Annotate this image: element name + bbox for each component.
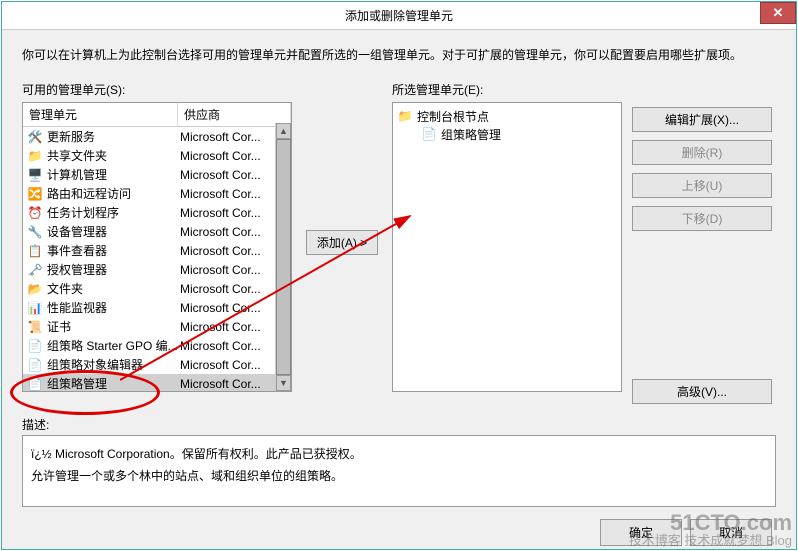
scroll-down-icon[interactable]: ▼ bbox=[276, 375, 291, 391]
remove-button[interactable]: 删除(R) bbox=[632, 140, 772, 165]
list-item[interactable]: 📄组策略 Starter GPO 编...Microsoft Cor... bbox=[23, 336, 291, 355]
list-item[interactable]: 📁共享文件夹Microsoft Cor... bbox=[23, 146, 291, 165]
list-item[interactable]: 🛠️更新服务Microsoft Cor... bbox=[23, 127, 291, 146]
description-line1: ï¿½ Microsoft Corporation。保留所有权利。此产品已获授权… bbox=[31, 444, 767, 466]
list-item[interactable]: 📊性能监视器Microsoft Cor... bbox=[23, 298, 291, 317]
available-list[interactable]: 管理单元 供应商 🛠️更新服务Microsoft Cor...📁共享文件夹Mic… bbox=[22, 102, 292, 392]
snapin-icon: ⏰ bbox=[27, 205, 43, 221]
list-item[interactable]: ⏰任务计划程序Microsoft Cor... bbox=[23, 203, 291, 222]
ok-button[interactable]: 确定 bbox=[600, 519, 682, 546]
snapin-icon: 🖥️ bbox=[27, 167, 43, 183]
tree-item[interactable]: 📄组策略管理 bbox=[397, 125, 617, 143]
snapin-name: 组策略对象编辑器 bbox=[47, 356, 143, 373]
move-down-button[interactable]: 下移(D) bbox=[632, 206, 772, 231]
advanced-button[interactable]: 高级(V)... bbox=[632, 379, 772, 404]
titlebar: 添加或删除管理单元 ✕ bbox=[2, 2, 796, 30]
snapin-name: 路由和远程访问 bbox=[47, 185, 131, 202]
list-item[interactable]: 🔧设备管理器Microsoft Cor... bbox=[23, 222, 291, 241]
close-button[interactable]: ✕ bbox=[760, 2, 796, 24]
list-item[interactable]: 🔀路由和远程访问Microsoft Cor... bbox=[23, 184, 291, 203]
snapin-icon: 🗝️ bbox=[27, 262, 43, 278]
tree-item[interactable]: 📁控制台根节点 bbox=[397, 107, 617, 125]
snapin-name: 设备管理器 bbox=[47, 223, 107, 240]
folder-icon: 📁 bbox=[397, 108, 413, 124]
list-item[interactable]: 🖥️计算机管理Microsoft Cor... bbox=[23, 165, 291, 184]
window-title: 添加或删除管理单元 bbox=[345, 7, 453, 24]
tree-item-label: 控制台根节点 bbox=[417, 108, 489, 125]
selected-tree[interactable]: 📁控制台根节点📄组策略管理 bbox=[392, 102, 622, 392]
description-line2: 允许管理一个或多个林中的站点、域和组织单位的组策略。 bbox=[31, 466, 767, 488]
list-item[interactable]: 📂文件夹Microsoft Cor... bbox=[23, 279, 291, 298]
selected-label: 所选管理单元(E): bbox=[392, 81, 622, 98]
folder-icon: 📄 bbox=[421, 126, 437, 142]
close-icon: ✕ bbox=[773, 5, 784, 21]
column-snapin[interactable]: 管理单元 bbox=[23, 103, 178, 126]
snapin-icon: 🛠️ bbox=[27, 129, 43, 145]
list-header: 管理单元 供应商 bbox=[23, 103, 291, 127]
snapin-icon: 📋 bbox=[27, 243, 43, 259]
dialog-window: 添加或删除管理单元 ✕ 你可以在计算机上为此控制台选择可用的管理单元并配置所选的… bbox=[1, 1, 797, 550]
move-up-button[interactable]: 上移(U) bbox=[632, 173, 772, 198]
list-item[interactable]: 📄组策略对象编辑器Microsoft Cor... bbox=[23, 355, 291, 374]
instruction-text: 你可以在计算机上为此控制台选择可用的管理单元并配置所选的一组管理单元。对于可扩展… bbox=[22, 46, 776, 63]
snapin-name: 共享文件夹 bbox=[47, 147, 107, 164]
snapin-name: 文件夹 bbox=[47, 280, 83, 297]
snapin-name: 组策略 Starter GPO 编... bbox=[47, 337, 178, 354]
tree-item-label: 组策略管理 bbox=[441, 126, 501, 143]
add-button[interactable]: 添加(A) > bbox=[306, 230, 378, 255]
snapin-icon: 🔀 bbox=[27, 186, 43, 202]
list-item[interactable]: 📜证书Microsoft Cor... bbox=[23, 317, 291, 336]
snapin-icon: 📂 bbox=[27, 281, 43, 297]
snapin-icon: 📊 bbox=[27, 300, 43, 316]
snapin-name: 授权管理器 bbox=[47, 261, 107, 278]
snapin-name: 事件查看器 bbox=[47, 242, 107, 259]
dialog-content: 你可以在计算机上为此控制台选择可用的管理单元并配置所选的一组管理单元。对于可扩展… bbox=[2, 30, 796, 546]
snapin-icon: 📄 bbox=[27, 338, 43, 354]
snapin-name: 性能监视器 bbox=[47, 299, 107, 316]
snapin-name: 更新服务 bbox=[47, 128, 95, 145]
list-item[interactable]: 📄组策略管理Microsoft Cor... bbox=[23, 374, 291, 391]
scroll-up-icon[interactable]: ▲ bbox=[276, 123, 291, 139]
description-box: ï¿½ Microsoft Corporation。保留所有权利。此产品已获授权… bbox=[22, 435, 776, 507]
cancel-button[interactable]: 取消 bbox=[690, 519, 772, 546]
scrollbar[interactable]: ▲ ▼ bbox=[275, 123, 291, 391]
snapin-name: 组策略管理 bbox=[47, 375, 107, 391]
list-item[interactable]: 🗝️授权管理器Microsoft Cor... bbox=[23, 260, 291, 279]
snapin-icon: 📄 bbox=[27, 357, 43, 373]
list-item[interactable]: 📋事件查看器Microsoft Cor... bbox=[23, 241, 291, 260]
snapin-name: 计算机管理 bbox=[47, 166, 107, 183]
snapin-icon: 🔧 bbox=[27, 224, 43, 240]
description-label: 描述: bbox=[22, 416, 776, 433]
snapin-name: 任务计划程序 bbox=[47, 204, 119, 221]
snapin-name: 证书 bbox=[47, 318, 71, 335]
snapin-icon: 📁 bbox=[27, 148, 43, 164]
snapin-icon: 📄 bbox=[27, 376, 43, 392]
available-label: 可用的管理单元(S): bbox=[22, 81, 292, 98]
edit-extensions-button[interactable]: 编辑扩展(X)... bbox=[632, 107, 772, 132]
scroll-thumb[interactable] bbox=[276, 139, 291, 375]
snapin-icon: 📜 bbox=[27, 319, 43, 335]
